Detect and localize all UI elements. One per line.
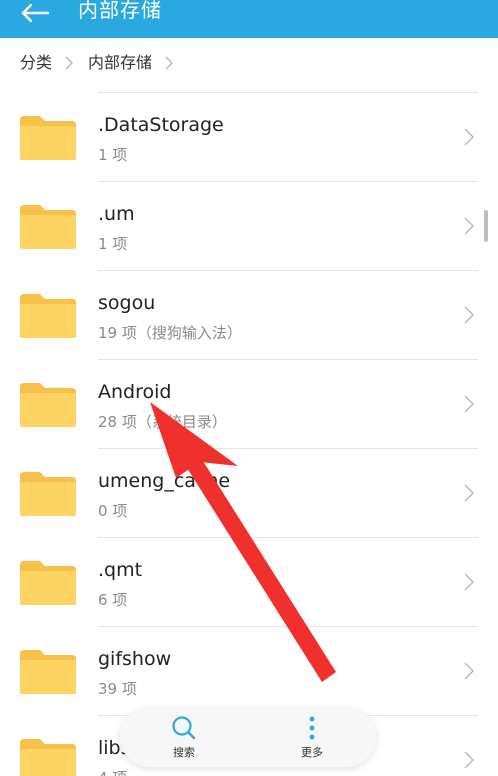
row-divider [98,181,478,182]
folder-name: gifshow [98,648,172,670]
folder-item-count: 39 项 [98,680,137,698]
chevron-right-icon [464,573,474,591]
chevron-right-icon [464,128,474,146]
chevron-right-icon [65,56,74,70]
folder-row[interactable]: gifshow 39 项 [0,626,498,715]
arrow-left-icon [21,3,50,23]
back-button[interactable] [18,2,52,24]
folder-icon [20,472,76,516]
folder-item-count: 6 项 [98,591,128,609]
folder-row[interactable]: .qmt 6 项 [0,537,498,626]
search-icon [172,716,196,740]
file-manager-screen: 内部存储 分类 内部存储 .DataStorage 1 项 .um 1 项 so… [0,0,498,776]
folder-item-count: 28 项（系统目录） [98,413,227,431]
chevron-right-icon [165,56,174,70]
chevron-right-icon [464,751,474,769]
chevron-right-icon [464,395,474,413]
search-label: 搜索 [173,746,195,759]
folder-item-count: 4 项 [98,768,127,776]
bottom-action-bar: 搜索 更多 [120,707,376,767]
folder-item-count: 1 项 [98,235,128,253]
chevron-right-icon [464,306,474,324]
folder-name: .um [98,203,135,225]
folder-row[interactable]: sogou 19 项（搜狗输入法） [0,270,498,359]
page-title: 内部存储 [78,0,162,22]
folder-item-count: 0 项 [98,502,128,520]
folder-list: .DataStorage 1 项 .um 1 项 sogou 19 项（搜狗输入… [0,92,498,776]
more-vertical-icon [309,716,315,740]
folder-icon [20,650,76,694]
breadcrumb-item-category[interactable]: 分类 [20,38,52,88]
breadcrumb: 分类 内部存储 [0,38,498,88]
folder-icon [20,383,76,427]
row-divider [98,359,478,360]
folder-name: Android [98,381,172,403]
folder-row[interactable]: .DataStorage 1 项 [0,92,498,181]
folder-item-count: 19 项（搜狗输入法） [98,324,242,342]
chevron-right-icon [464,484,474,502]
row-divider [98,270,478,271]
row-divider [98,92,478,93]
chevron-right-icon [464,662,474,680]
folder-icon [20,205,76,249]
row-divider [98,626,478,627]
folder-row[interactable]: umeng_cache 0 项 [0,448,498,537]
breadcrumb-item-internal-storage[interactable]: 内部存储 [88,38,152,88]
row-divider [98,448,478,449]
folder-icon [20,116,76,160]
folder-icon [20,561,76,605]
chevron-right-icon [464,217,474,235]
folder-name: umeng_cache [98,470,231,492]
folder-icon [20,294,76,338]
folder-row[interactable]: .um 1 项 [0,181,498,270]
row-divider [98,537,478,538]
scrollbar[interactable] [484,210,488,242]
app-header: 内部存储 [0,0,498,38]
folder-name: sogou [98,292,156,314]
more-button[interactable]: 更多 [272,707,352,767]
folder-name: .qmt [98,559,143,581]
search-button[interactable]: 搜索 [144,707,224,767]
folder-icon [20,739,76,776]
more-label: 更多 [301,746,323,759]
folder-row[interactable]: Android 28 项（系统目录） [0,359,498,448]
folder-name: .DataStorage [98,114,224,136]
folder-item-count: 1 项 [98,146,128,164]
